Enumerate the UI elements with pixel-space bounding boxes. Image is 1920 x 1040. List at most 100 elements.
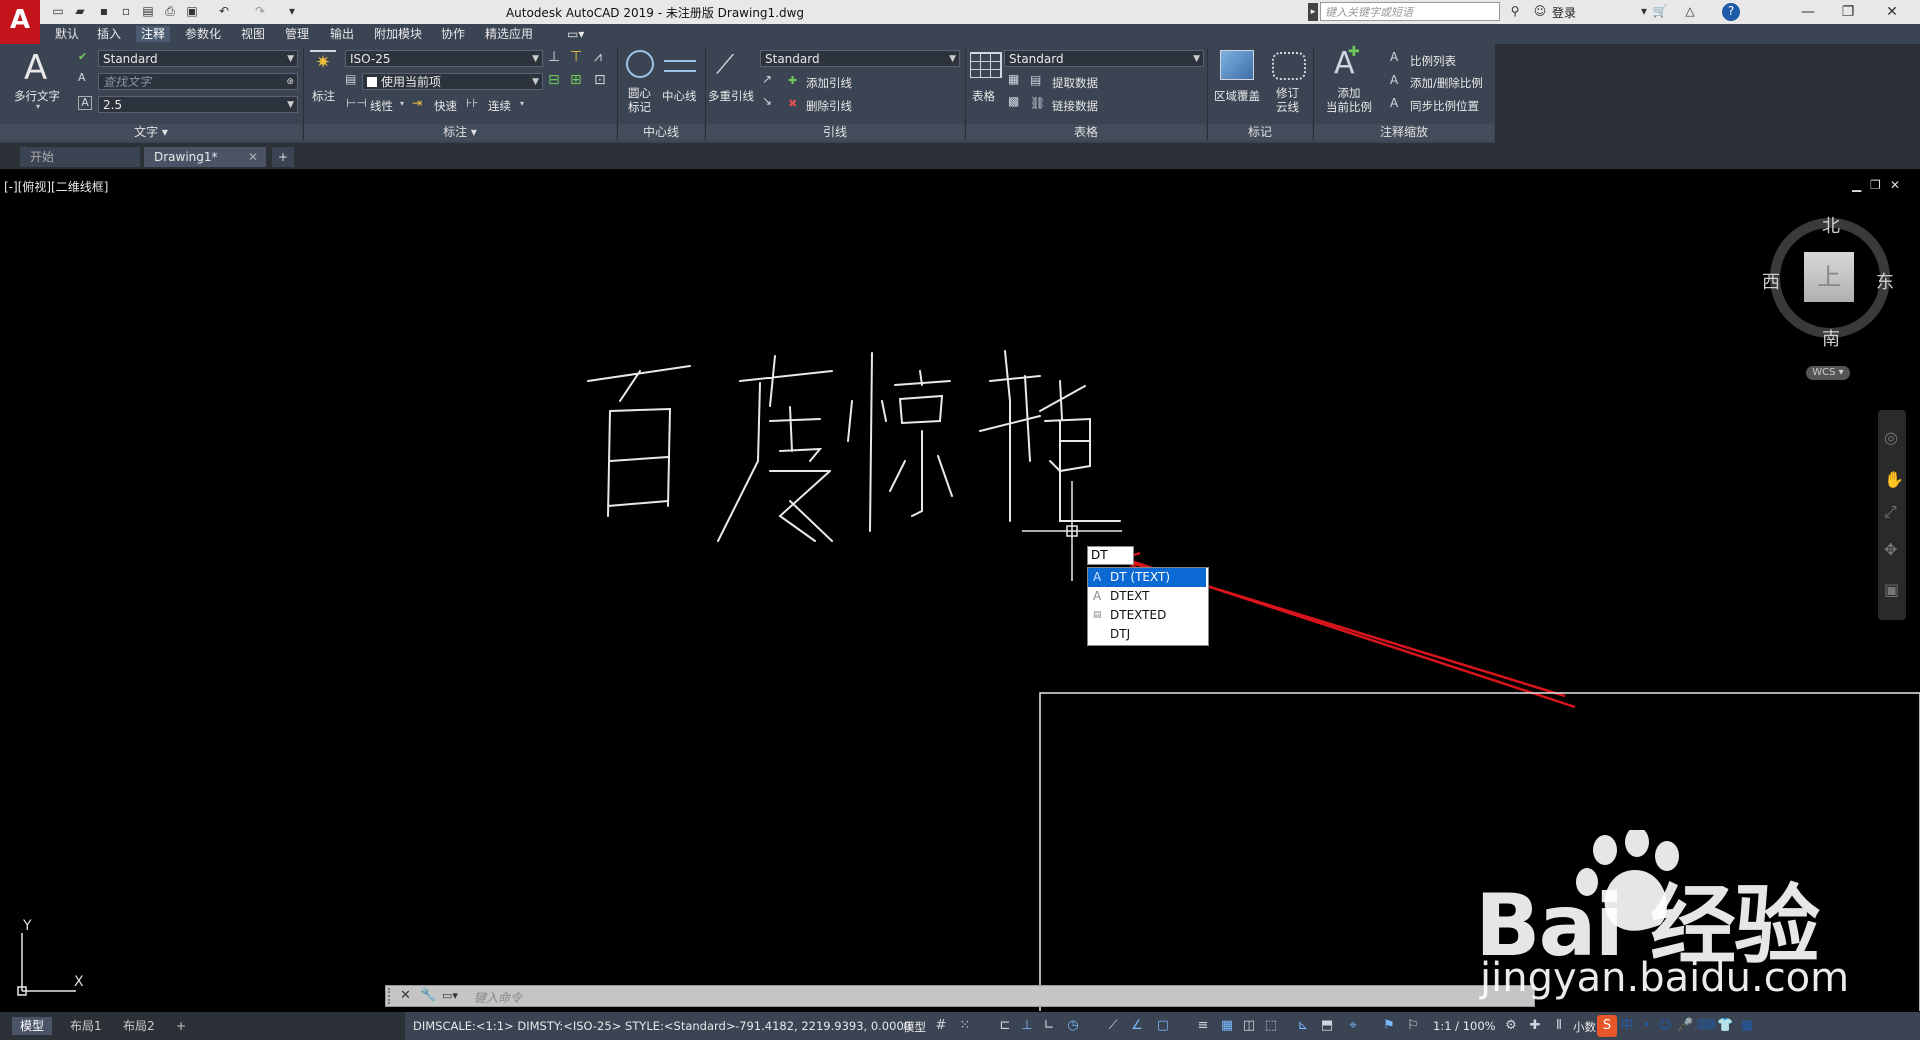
add-delete-scale-button[interactable]: 添加/删除比例 <box>1410 75 1483 91</box>
mleader-style-select[interactable]: Standard ▼ <box>760 50 960 67</box>
selection-cycling-icon[interactable]: ◫ <box>1241 1017 1257 1035</box>
continue-dropdown-icon[interactable]: ▾ <box>520 99 524 108</box>
ime-mic-icon[interactable]: 🎤 <box>1677 1017 1693 1035</box>
gizmo-icon[interactable]: ⌖ <box>1345 1017 1361 1035</box>
tab-insert[interactable]: 插入 <box>92 26 126 42</box>
dynamic-ucs-icon[interactable]: ⊾ <box>1295 1017 1311 1035</box>
recent-commands-icon[interactable]: ▭▾ <box>442 989 458 1002</box>
scale-list-icon[interactable]: A <box>1390 50 1398 64</box>
center-mark-icon[interactable] <box>626 50 654 78</box>
showmotion-icon[interactable]: ▣ <box>1884 580 1899 599</box>
wipeout-button[interactable]: 区域覆盖 <box>1214 88 1260 104</box>
user-icon[interactable]: ☺ <box>1532 3 1548 19</box>
units-readout[interactable]: 小数 <box>1573 1019 1596 1035</box>
extract-data-icon[interactable]: ▤ <box>1030 73 1041 87</box>
ortho-icon[interactable]: ∟ <box>1041 1017 1057 1035</box>
dynamic-input-field[interactable]: DT <box>1087 546 1134 565</box>
help-icon[interactable]: ? <box>1722 3 1740 21</box>
object-snap-tracking-icon[interactable]: ∠ <box>1129 1017 1145 1035</box>
remove-leader-button[interactable]: 删除引线 <box>806 98 852 114</box>
search-input[interactable]: 键入关键字或短语 <box>1320 2 1500 21</box>
leader-panel-label[interactable]: 引线 <box>706 124 964 141</box>
continue-dim-icon[interactable]: ⊦⊦ <box>466 96 479 110</box>
add-current-scale-button[interactable]: 添加 当前比例 <box>1326 86 1372 114</box>
revcloud-button[interactable]: 修订 云线 <box>1276 86 1299 114</box>
command-input[interactable]: 键入命令 <box>474 989 522 1006</box>
linear-dim-icon[interactable]: ⊢⊣ <box>346 96 367 110</box>
quick-dim-button[interactable]: 快速 <box>434 98 457 114</box>
centerline-icon[interactable] <box>664 60 696 72</box>
workspace-gear-icon[interactable]: ⚙ <box>1503 1017 1519 1035</box>
scale-list-button[interactable]: 比例列表 <box>1410 53 1456 69</box>
link-data-button[interactable]: 链接数据 <box>1052 98 1098 114</box>
command-line-grip-icon[interactable] <box>388 988 396 1004</box>
sync-scale-icon[interactable]: A <box>1390 96 1398 110</box>
file-tab-start[interactable]: 开始 <box>20 147 140 167</box>
continue-dim-button[interactable]: 连续 <box>488 98 511 114</box>
tab-view[interactable]: 视图 <box>236 26 270 42</box>
quick-dim-icon[interactable]: ⇥ <box>412 96 422 110</box>
ribbon-toggle-icon[interactable]: ▭▾ <box>562 26 589 42</box>
tab-collaborate[interactable]: 协作 <box>436 26 470 42</box>
compass-south[interactable]: 南 <box>1822 325 1840 351</box>
minimize-button[interactable]: — <box>1788 2 1828 22</box>
table-button[interactable]: 表格 <box>972 88 995 104</box>
login-dropdown-icon[interactable]: ▾ <box>1636 3 1652 19</box>
dimension-icon[interactable]: ✷ <box>310 50 336 82</box>
layout-tab-layout2[interactable]: 布局2 <box>115 1017 163 1035</box>
viewcube-face-top[interactable]: 上 <box>1804 252 1854 302</box>
ime-chinese-icon[interactable]: 中 <box>1619 1017 1635 1035</box>
tab-addins[interactable]: 附加模块 <box>369 26 427 42</box>
mleader-icon[interactable]: ⟋ <box>716 50 734 81</box>
find-text-input[interactable]: 查找文字 ⊛ <box>98 73 298 90</box>
selection-filter-icon[interactable]: ⬒ <box>1319 1017 1335 1035</box>
close-tab-icon[interactable]: ✕ <box>248 147 258 167</box>
new-tab-button[interactable]: + <box>272 147 294 167</box>
autocomplete-item-dtexted[interactable]: ▤ DTEXTED <box>1088 606 1206 625</box>
model-space-toggle[interactable]: 模型 <box>903 1019 926 1035</box>
dim-tool-6-icon[interactable]: ⊡ <box>594 72 606 88</box>
compass-west[interactable]: 西 <box>1762 268 1780 294</box>
text-panel-label[interactable]: 文字 ▾ <box>0 124 302 141</box>
sync-scale-button[interactable]: 同步比例位置 <box>1410 98 1479 114</box>
mtext-icon[interactable]: A <box>24 48 47 88</box>
text-height-select[interactable]: 2.5 ▼ <box>98 96 298 113</box>
pan-icon[interactable]: ✋ <box>1884 470 1904 489</box>
layout-tab-model[interactable]: 模型 <box>12 1017 53 1035</box>
lineweight-icon[interactable]: ≡ <box>1195 1017 1211 1035</box>
layout-tab-layout1[interactable]: 布局1 <box>62 1017 110 1035</box>
annotation-visibility-icon[interactable]: ⚑ <box>1381 1017 1397 1035</box>
ime-skin-icon[interactable]: 👕 <box>1717 1017 1733 1035</box>
object-snap-icon[interactable]: ▢ <box>1155 1017 1171 1035</box>
steering-wheel-icon[interactable]: ◎ <box>1884 428 1898 447</box>
dimension-button[interactable]: 标注 <box>312 88 335 104</box>
linear-dim-button[interactable]: 线性 <box>370 98 393 114</box>
login-button[interactable]: 登录 <box>1552 4 1576 21</box>
text-style-icon[interactable]: ✔ <box>78 50 87 63</box>
isodraft-icon[interactable]: ⟋ <box>1105 1017 1121 1035</box>
add-layout-button[interactable]: + <box>168 1017 194 1035</box>
grid-icon[interactable]: # <box>933 1017 949 1035</box>
auto-scale-icon[interactable]: ⚐ <box>1405 1017 1421 1035</box>
tab-default[interactable]: 默认 <box>50 26 84 42</box>
tab-output[interactable]: 输出 <box>325 26 359 42</box>
linear-dropdown-icon[interactable]: ▾ <box>400 99 404 108</box>
annotation-monitor-icon[interactable]: ✚ <box>1527 1017 1543 1035</box>
center-mark-button[interactable]: 圆心 标记 <box>628 86 651 114</box>
dim-style-select[interactable]: ISO-25 ▼ <box>345 50 543 67</box>
dim-tool-4-icon[interactable]: ⊟ <box>548 72 560 88</box>
restore-button[interactable]: ❐ <box>1828 2 1868 22</box>
binoculars-icon[interactable]: ⚲ <box>1507 3 1523 19</box>
annotation-scale-select[interactable]: 1:1 / 100% <box>1433 1019 1496 1033</box>
customize-icon[interactable]: 🔧 <box>420 988 436 1003</box>
tab-manage[interactable]: 管理 <box>280 26 314 42</box>
mtext-dropdown-icon[interactable]: ▾ <box>36 102 40 111</box>
add-delete-scale-icon[interactable]: A <box>1390 73 1398 87</box>
zoom-extents-icon[interactable]: ⤢ <box>1884 502 1897 522</box>
dim-tool-5-icon[interactable]: ⊞ <box>570 72 582 88</box>
add-leader-button[interactable]: 添加引线 <box>806 75 852 91</box>
autocomplete-item-dtj[interactable]: DTJ <box>1088 625 1206 644</box>
ime-sogou-icon[interactable]: S <box>1597 1015 1617 1037</box>
table-style-select[interactable]: Standard ▼ <box>1004 50 1204 67</box>
text-style-select[interactable]: Standard ▼ <box>98 50 298 67</box>
